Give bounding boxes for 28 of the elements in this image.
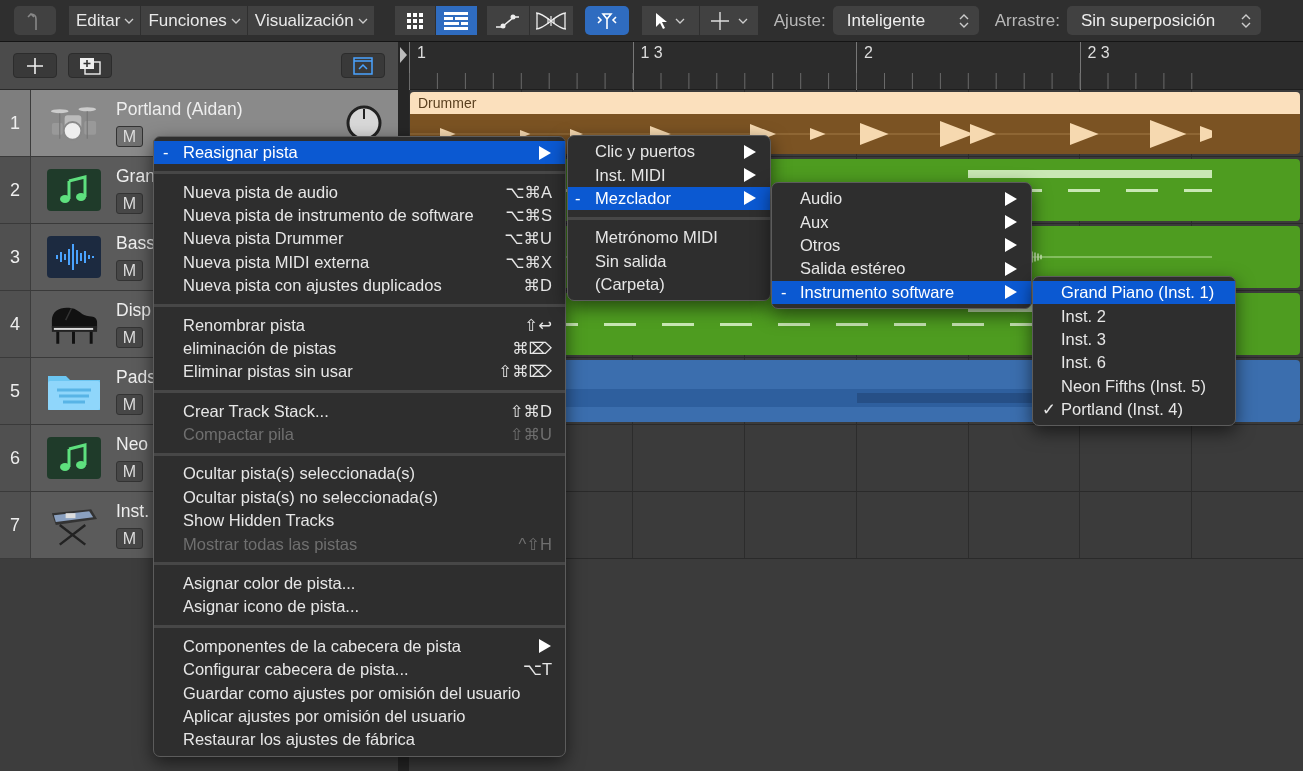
shortcut-label: ⌘D bbox=[522, 276, 552, 296]
track-number: 5 bbox=[0, 358, 31, 424]
track-name: Disp bbox=[116, 300, 151, 321]
shortcut-label: ⌥⌘S bbox=[504, 205, 552, 225]
snap-label: Ajuste: bbox=[773, 10, 826, 31]
shortcut-label: ⇧⌘U bbox=[508, 425, 552, 445]
shortcut-label: ⌥T bbox=[521, 660, 552, 680]
track-name: Neo bbox=[116, 434, 149, 455]
shortcut-label: ^⇧H bbox=[517, 534, 552, 554]
track-number: 7 bbox=[0, 492, 31, 558]
shortcut-label: ⌥⌘A bbox=[504, 182, 552, 202]
menu-item: Compactar pila ⇧⌘U bbox=[182, 424, 553, 447]
track-number: 1 bbox=[0, 90, 31, 156]
track-name: Inst. bbox=[116, 501, 150, 522]
shortcut-label: ⌘⌦ bbox=[511, 338, 552, 358]
track-number: 2 bbox=[0, 157, 31, 223]
shortcut-label: ⇧↩ bbox=[523, 315, 552, 335]
track-number: 4 bbox=[0, 291, 31, 357]
track-name: Bass bbox=[116, 233, 155, 254]
track-number: 6 bbox=[0, 425, 31, 491]
menu-item: Mostrar todas las pistas ^⇧H bbox=[182, 533, 553, 556]
shortcut-label: ⌥⌘X bbox=[504, 252, 552, 272]
shortcut-label: ⌥⌘U bbox=[503, 229, 552, 249]
drag-label: Arrastre: bbox=[994, 10, 1060, 31]
shortcut-label: ⇧⌘D bbox=[508, 401, 552, 421]
track-number: 3 bbox=[0, 224, 31, 290]
shortcut-label: ⇧⌘⌦ bbox=[497, 362, 552, 382]
track-name: Portland (Aidan) bbox=[116, 99, 243, 120]
